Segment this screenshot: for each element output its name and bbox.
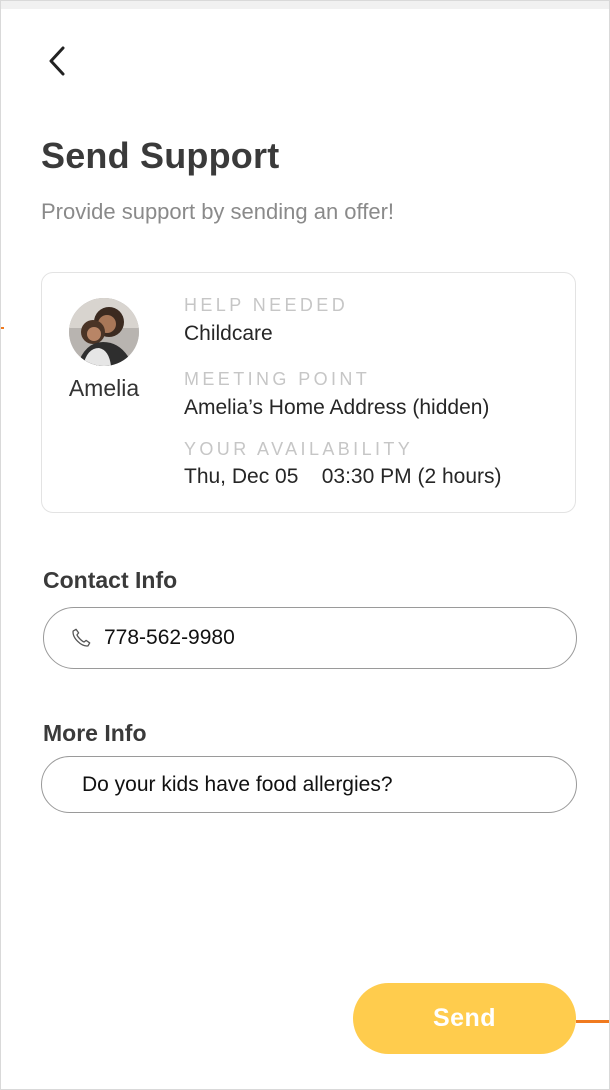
avatar [69, 298, 139, 366]
page-title: Send Support [41, 135, 280, 176]
contact-info-label: Contact Info [43, 567, 178, 593]
availability-label: YOUR AVAILABILITY [184, 439, 414, 459]
meeting-point-label: MEETING POINT [184, 369, 371, 389]
send-button[interactable]: Send [353, 983, 576, 1054]
availability-value: Thu, Dec 05 03:30 PM (2 hours) [184, 465, 502, 488]
send-support-screen: Send Support Provide support by sending … [0, 0, 610, 1090]
chevron-left-icon [49, 46, 65, 76]
help-needed-label: HELP NEEDED [184, 295, 349, 315]
help-needed-value: Childcare [184, 322, 273, 345]
more-info-label: More Info [43, 720, 147, 746]
more-info-value: Do your kids have food allergies? [82, 772, 393, 796]
flow-connector-right [576, 1020, 609, 1023]
more-info-field[interactable]: Do your kids have food allergies? [41, 756, 577, 813]
top-strip [1, 1, 609, 9]
page-subtitle: Provide support by sending an offer! [41, 199, 395, 224]
request-summary-card: Amelia HELP NEEDED Childcare MEETING POI… [41, 272, 576, 513]
requester-name: Amelia [68, 375, 140, 401]
phone-icon [70, 627, 92, 649]
meeting-point-value: Amelia’s Home Address (hidden) [184, 396, 490, 419]
contact-phone-value: 778-562-9980 [104, 626, 235, 649]
flow-connector-left [1, 327, 4, 329]
contact-phone-field[interactable]: 778-562-9980 [43, 607, 577, 669]
back-button[interactable] [41, 43, 73, 79]
